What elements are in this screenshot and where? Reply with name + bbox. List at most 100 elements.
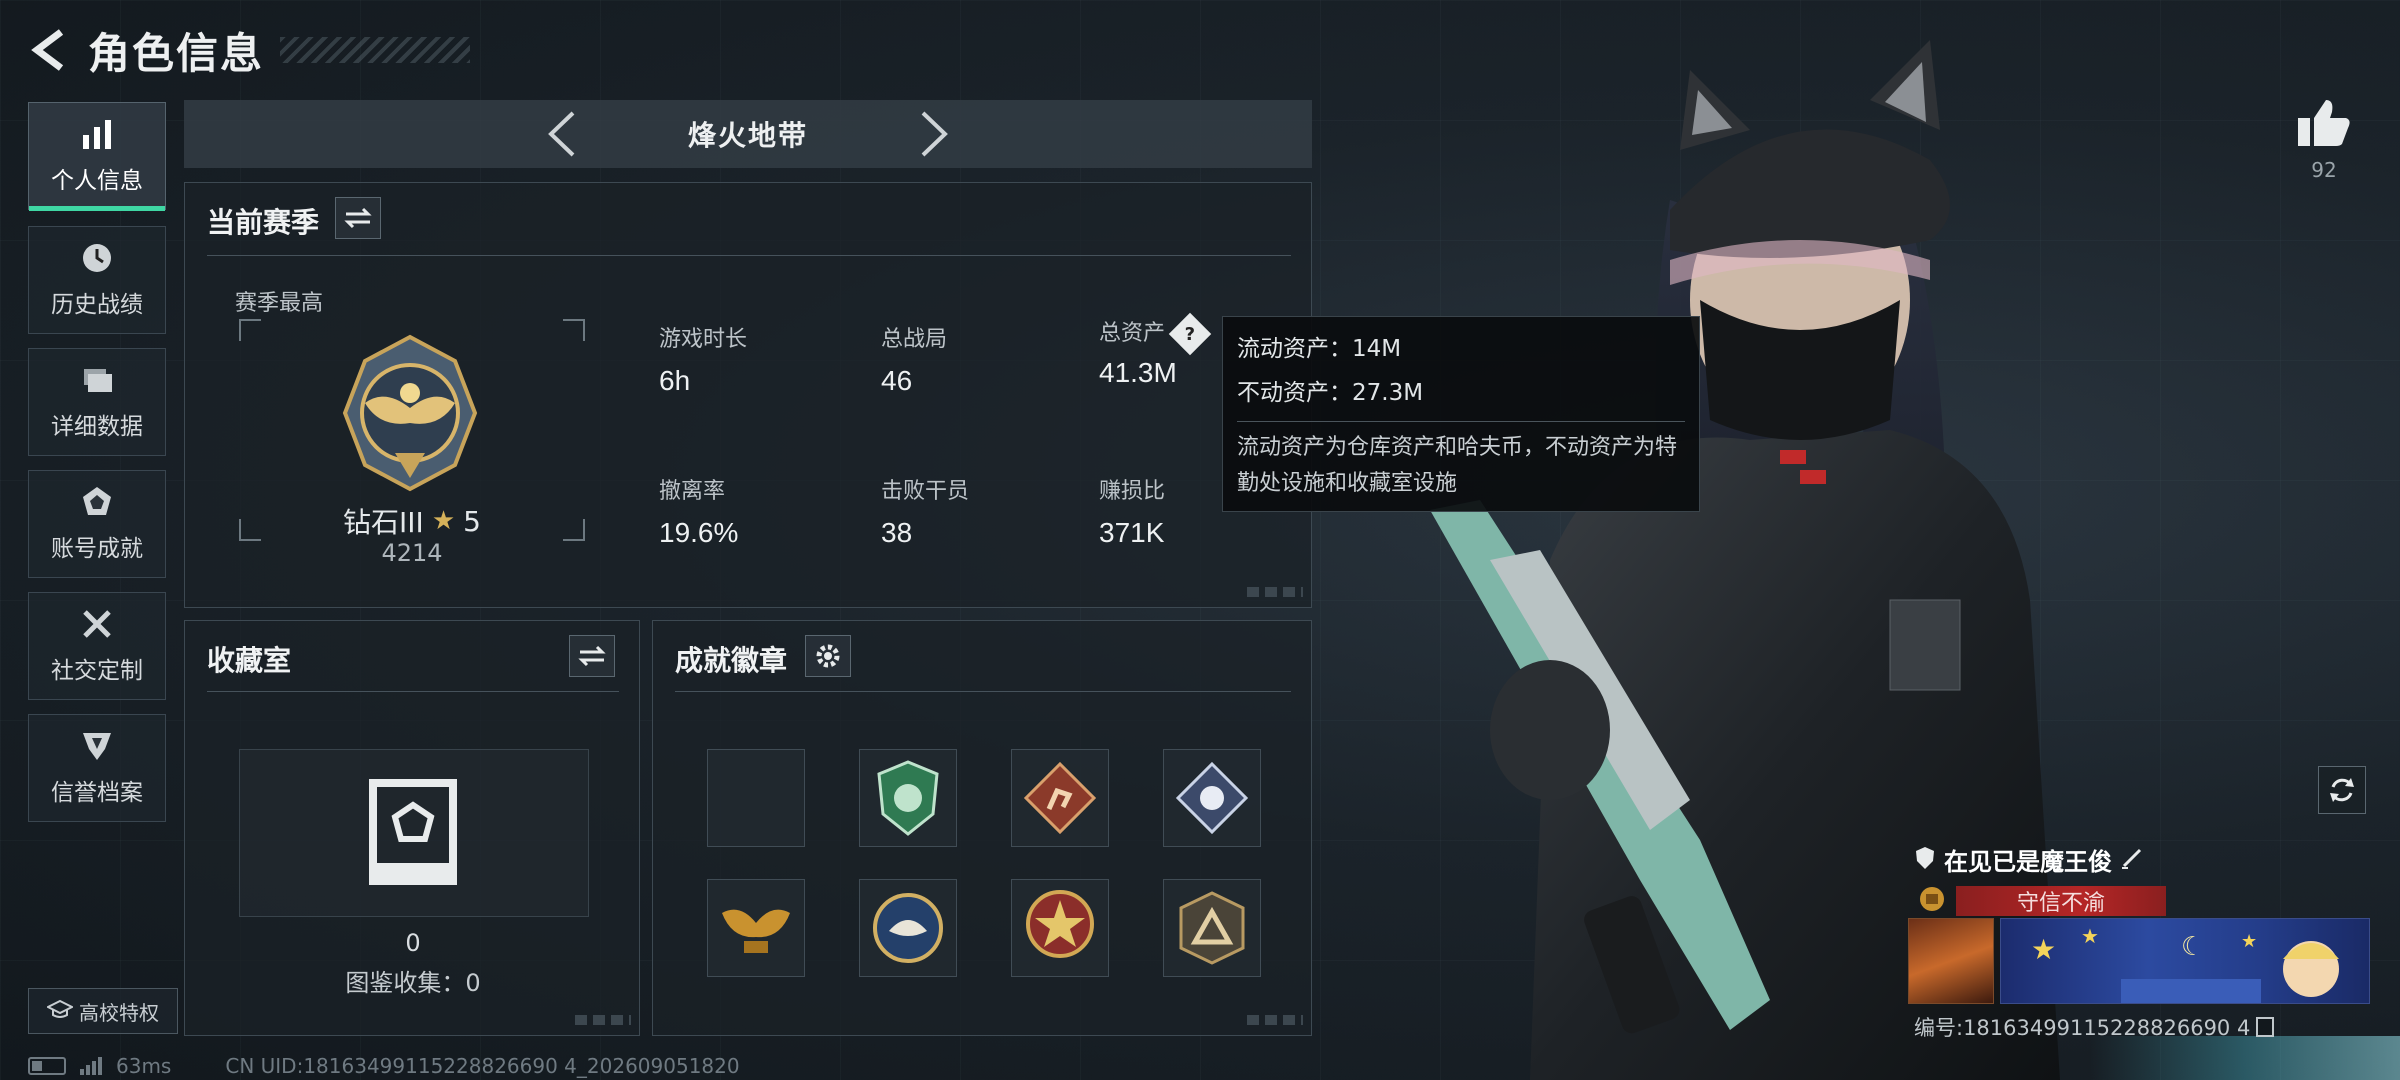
badges-panel: 成就徽章 [652, 620, 1312, 1036]
stat-value: 46 [881, 365, 913, 396]
nav-item-detailed-data[interactable]: 详细数据 [28, 348, 166, 456]
tooltip-divider [1237, 421, 1685, 422]
stat-label: 撤离率 [659, 479, 726, 504]
status-bar: 63ms CN UID:18163499115228826690 4_20260… [28, 1054, 740, 1078]
stat-value: 38 [881, 517, 913, 548]
divider [207, 255, 1291, 256]
badge-slot[interactable] [859, 749, 957, 847]
svg-text:☾: ☾ [2181, 932, 2204, 962]
like-count: 92 [2311, 158, 2337, 182]
panel-corner-decoration [1247, 1015, 1303, 1025]
player-motto: 守信不渝 [1956, 886, 2166, 916]
next-mode-arrow-icon[interactable] [912, 111, 956, 157]
rank-medal-icon [1914, 884, 1950, 918]
stat-profit-loss: 赚损比 371K [1099, 473, 1165, 549]
stat-value: 371K [1099, 517, 1165, 548]
folder-icon [80, 363, 114, 397]
prev-mode-arrow-icon[interactable] [540, 111, 584, 157]
runner-badge-icon [1023, 761, 1097, 835]
collection-count: 0 [405, 929, 421, 957]
nav-item-credit-record[interactable]: 信誉档案 [28, 714, 166, 822]
switch-season-button[interactable] [335, 197, 381, 239]
diamond-rank-emblem-icon [335, 333, 485, 497]
star-icon: ★ [431, 506, 456, 536]
nav-item-personal-info[interactable]: 个人信息 [28, 102, 166, 211]
player-name-row: 在见已是魔王俊 [1914, 842, 2144, 877]
help-icon[interactable]: ? [1168, 312, 1212, 356]
green-shield-badge-icon [877, 760, 939, 836]
stat-label: 击败干员 [881, 479, 970, 504]
panel-corner-decoration [575, 1015, 631, 1025]
stat-total-assets: 总资产? 41.3M [1099, 312, 1212, 389]
stat-total-matches: 总战局 46 [881, 321, 947, 397]
stat-label: 总战局 [881, 327, 948, 352]
stat-extract-rate: 撤离率 19.6% [659, 473, 738, 549]
edit-pencil-icon[interactable] [2120, 846, 2144, 874]
tools-icon [80, 607, 114, 641]
nav-item-history[interactable]: 历史战绩 [28, 226, 166, 334]
divider [207, 691, 619, 692]
bar-chart-icon [80, 117, 114, 151]
nav-label: 详细数据 [51, 414, 143, 440]
rotate-view-button[interactable] [2318, 766, 2366, 814]
rank-name-row: 钻石III ★ 5 [239, 501, 585, 541]
triangle-badge-icon [1179, 891, 1245, 965]
nav-item-achievements[interactable]: 账号成就 [28, 470, 166, 578]
svg-text:★: ★ [2241, 931, 2257, 952]
svg-text:★: ★ [2081, 924, 2099, 948]
back-arrow-icon[interactable] [26, 25, 72, 75]
badge-slot-empty[interactable] [707, 749, 805, 847]
stat-play-time: 游戏时长 6h [659, 321, 747, 397]
weapon-card[interactable] [1908, 918, 1994, 1004]
credit-icon [80, 729, 114, 763]
page-title: 角色信息 [88, 28, 265, 78]
thumbs-up-icon[interactable] [2296, 96, 2352, 148]
fixed-assets-text: 不动资产：27.3M [1237, 380, 1424, 406]
badge-slot[interactable] [1011, 749, 1109, 847]
collection-switch-button[interactable] [569, 635, 615, 677]
rank-name: 钻石III [343, 506, 424, 539]
stat-label: 游戏时长 [659, 327, 748, 352]
banner-card[interactable]: ★ ★ ☾ ★ [2000, 918, 2370, 1004]
title-decoration [280, 37, 471, 63]
player-name: 在见已是魔王俊 [1944, 848, 2112, 876]
collection-cabinet-icon [367, 777, 459, 893]
badge-slot[interactable] [859, 879, 957, 977]
header: 角色信息 [26, 20, 471, 80]
eagle-coin-badge-icon [873, 893, 943, 963]
motto-row: 守信不渝 [1914, 884, 2166, 918]
badge-slot[interactable] [1163, 749, 1261, 847]
season-panel: 当前赛季 赛季最高 钻石III ★ 5 4214 游戏时长 6h 总战局 46 … [184, 182, 1312, 608]
player-id-row: 编号:18163499115228826690 4 [1914, 1012, 2275, 1042]
rank-stars: 5 [463, 504, 481, 538]
assets-tooltip: 流动资产：14M 不动资产：27.3M 流动资产为仓库资产和哈夫币，不动资产为特… [1222, 316, 1700, 512]
campus-privilege-button[interactable]: 高校特权 [28, 988, 178, 1034]
copy-icon[interactable] [2256, 1017, 2275, 1037]
season-title: 当前赛季 [207, 206, 320, 239]
tooltip-description: 流动资产为仓库资产和哈夫币，不动资产为特勤处设施和收藏室设施 [1237, 435, 1678, 496]
nav-item-social-custom[interactable]: 社交定制 [28, 592, 166, 700]
ping-text: 63ms [116, 1054, 172, 1078]
collection-panel: 收藏室 0 图鉴收集：0 [184, 620, 640, 1036]
nav-label: 社交定制 [51, 658, 143, 684]
achievement-icon [80, 485, 114, 519]
diamond-badge-icon [1175, 761, 1249, 835]
badge-slot[interactable] [1011, 879, 1109, 977]
nav-label: 个人信息 [51, 168, 143, 194]
player-cards: ★ ★ ☾ ★ [1908, 918, 2370, 1004]
badge-slot[interactable] [707, 879, 805, 977]
badge-slot[interactable] [1163, 879, 1261, 977]
stat-label-text: 总资产 [1099, 321, 1166, 346]
collection-title: 收藏室 [207, 644, 292, 677]
stat-kills: 击败干员 38 [881, 473, 969, 549]
rank-score: 4214 [381, 539, 443, 567]
panel-corner-decoration [1247, 587, 1303, 597]
uid-text: CN UID:18163499115228826690 4_2026090518… [225, 1054, 740, 1078]
mode-selector: 烽火地带 [184, 100, 1312, 168]
svg-text:★: ★ [2031, 933, 2056, 966]
nav-label: 信誉档案 [51, 780, 143, 806]
mode-name: 烽火地带 [687, 119, 808, 152]
signal-icon [80, 1057, 102, 1075]
badges-settings-button[interactable] [805, 635, 851, 677]
collection-progress: 图鉴收集：0 [345, 969, 481, 997]
